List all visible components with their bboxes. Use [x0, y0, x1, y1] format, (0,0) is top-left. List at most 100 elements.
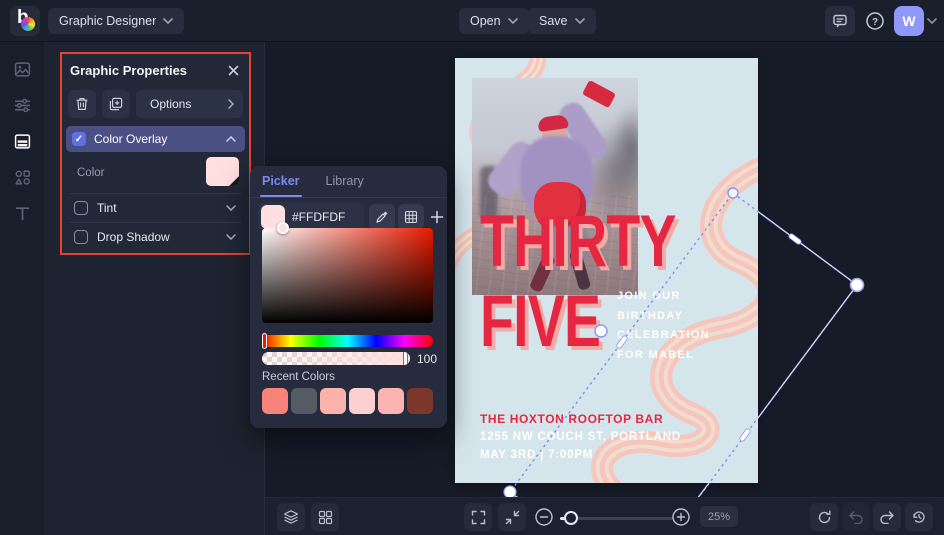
refresh-icon [818, 510, 830, 523]
photo-red-book [582, 79, 616, 109]
hue-handle[interactable] [262, 333, 267, 349]
save-label: Save [539, 14, 568, 28]
eyedropper-button[interactable] [369, 204, 395, 230]
zoom-slider-track[interactable] [560, 511, 674, 525]
image-icon [14, 61, 30, 77]
invite-line: BIRTHDAY [617, 309, 684, 322]
redo-button[interactable] [873, 503, 901, 531]
tint-checkbox[interactable] [74, 201, 88, 215]
pages-button[interactable] [311, 503, 339, 531]
fit-screen-icon [505, 510, 519, 524]
zoom-out-button[interactable] [530, 503, 558, 531]
save-button[interactable]: Save [528, 8, 596, 34]
options-button[interactable]: Options [136, 90, 243, 118]
poster-venue[interactable]: THE HOXTON ROOFTOP BAR [480, 412, 663, 426]
undo-button[interactable] [842, 503, 870, 531]
tab-library[interactable]: Library [326, 174, 364, 197]
chevron-down-icon[interactable] [226, 234, 236, 240]
invite-line: FOR MABEL [617, 348, 695, 361]
opacity-gradient [262, 352, 410, 365]
sidebar-item-templates[interactable] [0, 123, 44, 159]
poster-title-line-1[interactable]: THIRTY [480, 205, 677, 278]
sb-handle[interactable] [277, 222, 289, 234]
redo-icon [880, 511, 894, 524]
opacity-slider[interactable] [262, 352, 410, 365]
divider [250, 197, 447, 198]
graphic-properties-panel: Graphic Properties Options ✓ Color Overl [60, 52, 251, 255]
recent-color-swatch[interactable] [349, 388, 375, 414]
opacity-handle[interactable] [403, 352, 408, 365]
chat-bubble-icon [833, 14, 847, 28]
delete-button[interactable] [68, 90, 96, 118]
poster-address[interactable]: 1255 NW COUCH ST, PORTLAND [480, 431, 681, 443]
trash-icon [76, 98, 88, 110]
templates-icon [14, 133, 30, 149]
sidebar-item-photo-manager[interactable] [0, 51, 44, 87]
opacity-value: 100 [417, 352, 438, 366]
recent-color-swatch[interactable] [378, 388, 404, 414]
recent-color-swatch[interactable] [320, 388, 346, 414]
section-color-overlay[interactable]: ✓ Color Overlay [66, 126, 245, 152]
zoom-level-badge[interactable]: 25% [700, 506, 738, 527]
recent-color-swatch[interactable] [291, 388, 317, 414]
color-grid-button[interactable] [398, 204, 424, 230]
swatch-corner-triangle [229, 176, 239, 186]
color-swatch[interactable] [206, 157, 239, 186]
fullscreen-button[interactable] [464, 503, 492, 531]
open-button[interactable]: Open [459, 8, 529, 34]
plus-circle-icon [672, 508, 690, 526]
befunky-logo[interactable]: b [10, 6, 40, 36]
design-canvas[interactable]: THIRTY FIVE JOIN OUR BIRTHDAY CELEBRATIO… [455, 58, 758, 483]
sidebar-item-graphics[interactable] [0, 159, 44, 195]
adjustments-icon [14, 98, 30, 112]
color-overlay-label: Color Overlay [94, 132, 168, 146]
zoom-in-button[interactable] [667, 503, 695, 531]
sidebar-item-edit[interactable] [0, 87, 44, 123]
zoom-level-value: 25% [707, 510, 731, 523]
hex-value-field[interactable]: #FFDFDF [292, 210, 345, 224]
sidebar-item-text[interactable] [0, 195, 44, 231]
layers-button[interactable] [277, 503, 305, 531]
chevron-up-icon[interactable] [226, 136, 236, 142]
color-overlay-checkbox[interactable]: ✓ [72, 132, 86, 146]
help-button[interactable]: ? [860, 6, 890, 36]
zoom-slider-handle[interactable] [564, 511, 578, 525]
history-button[interactable] [905, 503, 933, 531]
history-icon [913, 511, 925, 523]
svg-text:?: ? [872, 17, 878, 28]
drop-shadow-label: Drop Shadow [97, 230, 170, 244]
eyedropper-icon [376, 211, 388, 223]
recent-color-swatch[interactable] [262, 388, 288, 414]
shapes-icon [14, 169, 30, 185]
poster-datetime[interactable]: MAY 3RD | 7:00PM [480, 449, 593, 461]
tint-label: Tint [97, 201, 117, 215]
chevron-down-icon[interactable] [226, 205, 236, 211]
hue-slider[interactable] [262, 333, 433, 349]
grid-icon [404, 210, 418, 224]
picker-tabs: Picker Library [260, 174, 364, 197]
tab-picker[interactable]: Picker [260, 174, 302, 197]
reset-button[interactable] [810, 503, 838, 531]
app-switcher-button[interactable]: Graphic Designer [48, 8, 185, 34]
section-drop-shadow[interactable]: Drop Shadow [66, 223, 245, 251]
fit-to-screen-button[interactable] [498, 503, 526, 531]
add-color-button[interactable] [424, 204, 450, 230]
logo-colorwheel-icon [21, 17, 35, 31]
drop-shadow-checkbox[interactable] [74, 230, 88, 244]
panel-title: Graphic Properties [70, 63, 188, 78]
grid-squares-icon [318, 510, 332, 524]
minus-circle-icon [535, 508, 553, 526]
tools-panel-region: Graphic Properties Options ✓ Color Overl [44, 42, 265, 535]
recent-color-swatch[interactable] [407, 388, 433, 414]
account-chevron-down-icon[interactable] [927, 18, 937, 24]
poster-invite-block[interactable]: JOIN OUR BIRTHDAY CELEBRATION FOR MABEL [617, 287, 710, 365]
section-tint[interactable]: Tint [66, 194, 245, 222]
invite-line: JOIN OUR [617, 290, 681, 302]
duplicate-button[interactable] [102, 90, 130, 118]
feedback-button[interactable] [825, 6, 855, 36]
close-icon[interactable] [228, 65, 239, 76]
chevron-right-icon [228, 99, 234, 109]
avatar[interactable]: W [894, 6, 924, 36]
saturation-brightness-area[interactable] [262, 222, 433, 323]
poster-title-line-2[interactable]: FIVE [480, 285, 601, 358]
